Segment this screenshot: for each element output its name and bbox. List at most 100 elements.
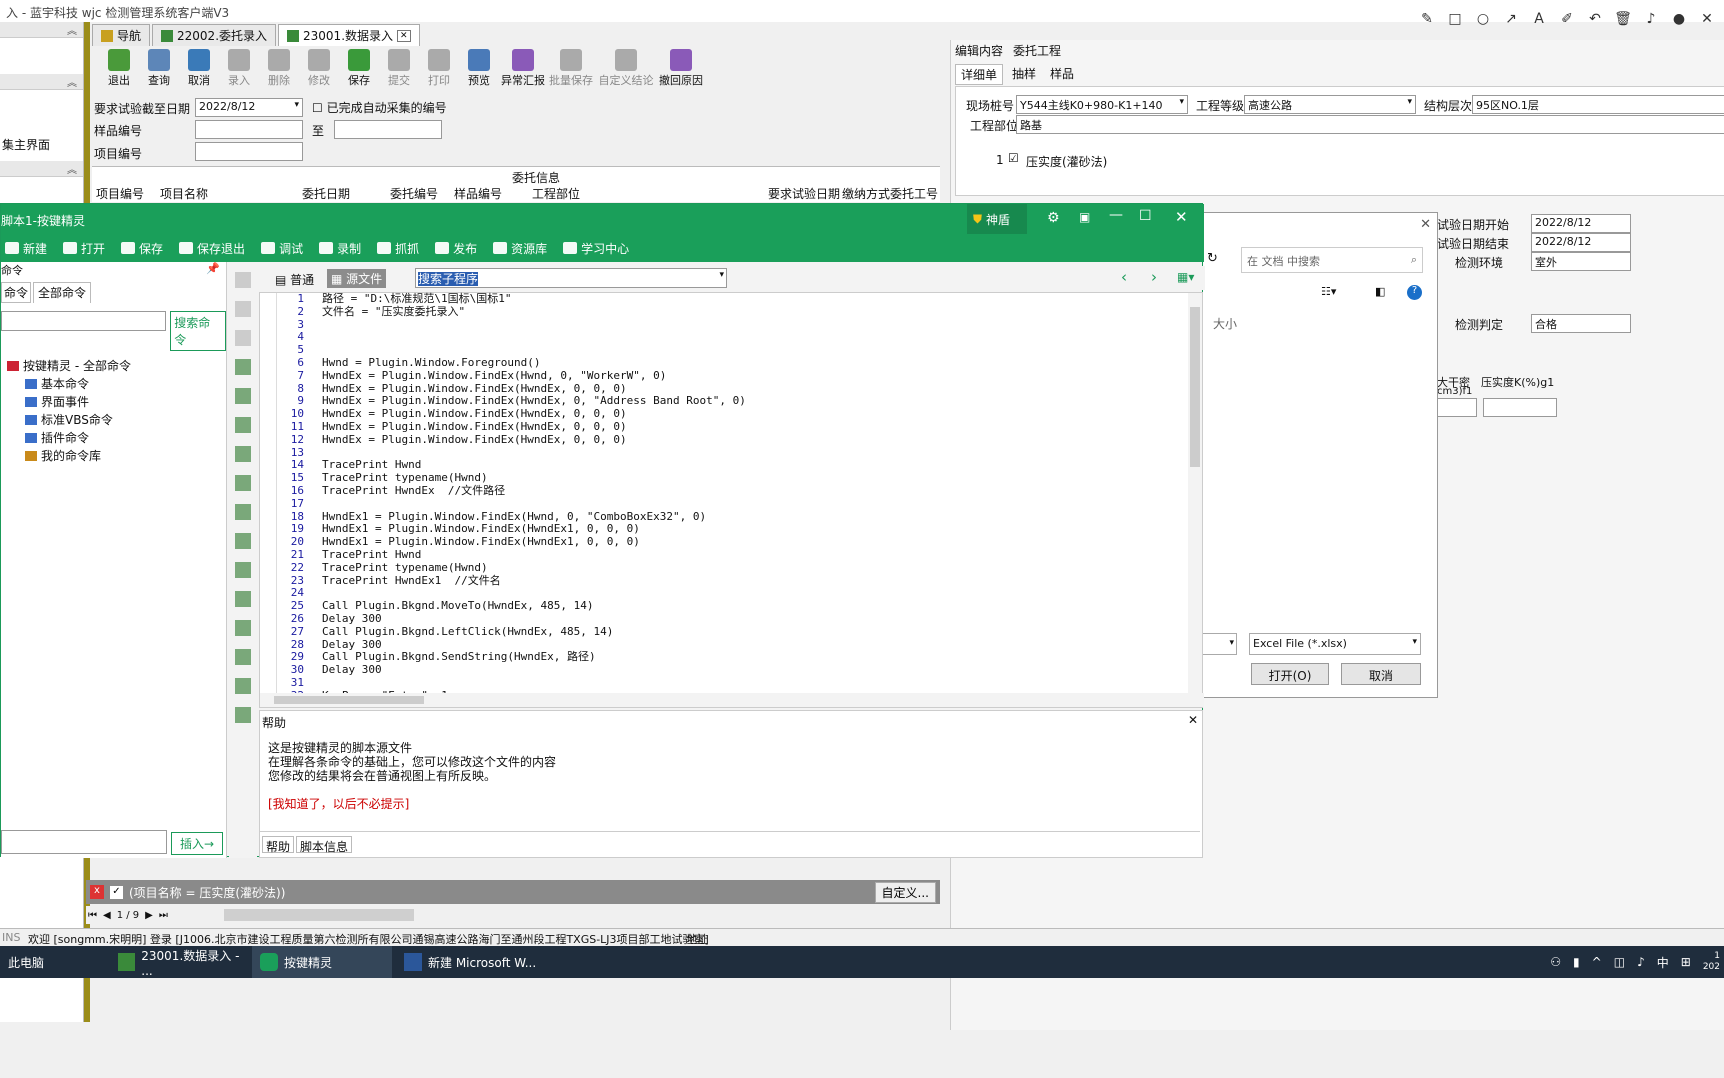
code-line[interactable]: TracePrint typename(Hwnd) xyxy=(322,561,746,575)
first-page-icon[interactable]: ⏮ xyxy=(88,910,97,921)
clock[interactable]: 1 202 xyxy=(1703,951,1720,973)
search-input[interactable]: 在 文档 中搜索 ⌕ xyxy=(1241,247,1423,273)
input-icon[interactable]: ⊞ xyxy=(1681,955,1691,969)
code-editor[interactable]: 1 2 3 4 5 6 7 8 9 10 11 12 13 14 15 16 17 18 19 20 21 22 23 24 2… xyxy=(259,292,1204,708)
dismiss-link[interactable]: [我知道了，以后不必提示] xyxy=(268,797,556,811)
prev-page-icon[interactable]: ◀ xyxy=(103,910,111,921)
skin-icon[interactable]: ▣ xyxy=(1079,210,1090,224)
tab-all-commands[interactable]: 全部命令 xyxy=(33,282,92,303)
pen-icon[interactable]: ✎ xyxy=(1418,10,1436,28)
trash-icon[interactable]: 🗑 xyxy=(1614,10,1632,28)
tab-normal[interactable]: ▤ 普通 xyxy=(271,270,318,289)
network-icon[interactable]: ◫ xyxy=(1614,955,1625,969)
tree-item[interactable]: 界面事件 xyxy=(1,393,226,411)
edit-button[interactable]: 修改 xyxy=(300,46,338,92)
tab-edit[interactable]: 编辑内容 xyxy=(955,42,1003,59)
h-scrollbar[interactable] xyxy=(260,693,1204,707)
refresh-icon[interactable]: ↻ xyxy=(1207,251,1218,266)
arrow-icon[interactable]: ↗ xyxy=(1502,10,1520,28)
sample-to-field[interactable] xyxy=(334,120,442,139)
speaker-icon[interactable]: ♪ xyxy=(1642,10,1660,28)
code-line[interactable]: Call Plugin.Bkgnd.MoveTo(HwndEx, 485, 14… xyxy=(322,599,746,613)
copy-icon[interactable] xyxy=(235,417,251,433)
column-header[interactable]: 委托工号 xyxy=(890,185,938,202)
collapse-icon[interactable]: ︽ xyxy=(0,161,83,177)
command-search-input[interactable] xyxy=(1,311,167,331)
dry-density-field[interactable] xyxy=(1437,398,1477,417)
code-line[interactable]: TracePrint Hwnd xyxy=(322,548,746,562)
cancel-button[interactable]: 取消 xyxy=(180,46,218,92)
batch-save-button[interactable]: 批量保存 xyxy=(548,46,594,92)
tab-help[interactable]: 帮助 xyxy=(262,836,295,854)
judge-field[interactable]: 合格 xyxy=(1531,314,1631,333)
custom-button[interactable]: 自定义... xyxy=(874,881,936,903)
menu-new[interactable]: 新建 xyxy=(5,240,47,257)
rect-icon[interactable]: □ xyxy=(1446,10,1464,28)
ime-indicator[interactable]: 中 xyxy=(1657,954,1669,971)
tree-item[interactable]: 插件命令 xyxy=(1,429,226,447)
code-line[interactable]: TracePrint HwndEx1 //文件名 xyxy=(322,574,746,588)
close-icon[interactable]: ✕ xyxy=(1188,713,1198,727)
taskbar-app-data-entry[interactable]: 23001.数据录入 - ... xyxy=(110,946,250,978)
tray-icon[interactable]: ▮ xyxy=(1573,955,1580,969)
add-button[interactable]: 录入 xyxy=(220,46,258,92)
comment-icon[interactable] xyxy=(235,475,251,491)
taskbar-pc[interactable]: 此电脑 xyxy=(0,946,108,978)
minimize-icon[interactable]: — xyxy=(1109,207,1123,223)
undo-icon[interactable]: ↶ xyxy=(1586,10,1604,28)
column-header[interactable]: 项目名称 xyxy=(160,185,208,202)
filetype-select[interactable]: Excel File (*.xlsx) ▾ xyxy=(1249,633,1421,655)
part-field[interactable]: 路基 xyxy=(1016,115,1724,134)
insert-button[interactable]: 插入→ xyxy=(171,832,224,855)
layer-field[interactable]: 95区NO.1层 xyxy=(1472,95,1724,114)
last-page-icon[interactable]: ⏭ xyxy=(159,910,168,921)
gear-icon[interactable]: ⚙ xyxy=(1047,210,1060,226)
paste-icon[interactable] xyxy=(235,446,251,462)
next-page-icon[interactable]: ▶ xyxy=(145,910,153,921)
main-view-item[interactable]: 集主界面 xyxy=(0,136,83,153)
query-button[interactable]: 查询 xyxy=(140,46,178,92)
tab-entrust[interactable]: 22002.委托录入 xyxy=(152,24,277,46)
station-field[interactable]: Y544主线K0+980-K1+140 ▾ xyxy=(1016,95,1188,114)
replace-icon[interactable] xyxy=(235,649,251,665)
pin-icon[interactable]: 📌 xyxy=(206,262,220,275)
tree-item[interactable]: 我的命令库 xyxy=(1,447,226,465)
code-line[interactable]: Call Plugin.Bkgnd.LeftClick(HwndEx, 485,… xyxy=(322,625,746,639)
watch-icon[interactable] xyxy=(235,707,251,723)
tab-detail[interactable]: 详细单 xyxy=(955,64,1004,85)
close-icon[interactable]: ✕ xyxy=(1175,208,1188,226)
shield-button[interactable]: ⛊ 神盾 xyxy=(967,204,1027,234)
layout-icon[interactable]: ▦▾ xyxy=(1177,270,1194,284)
outline-icon[interactable] xyxy=(235,678,251,694)
menu-capture[interactable]: 抓抓 xyxy=(377,240,419,257)
pane-icon[interactable]: ◧ xyxy=(1375,285,1385,298)
close-icon[interactable]: ✕ xyxy=(397,29,411,42)
code-line[interactable]: HwndEx = Plugin.Window.FindEx(HwndEx, 0,… xyxy=(322,433,746,447)
exit-button[interactable]: 退出 xyxy=(100,46,138,92)
tab-sampling[interactable]: 抽样 xyxy=(1007,64,1041,85)
delete-button[interactable]: 删除 xyxy=(260,46,298,92)
v-scrollbar[interactable] xyxy=(1188,293,1202,693)
column-header[interactable]: 项目编号 xyxy=(96,185,144,202)
move-down-icon[interactable] xyxy=(235,272,251,288)
move-up-icon[interactable] xyxy=(235,301,251,317)
submit-button[interactable]: 提交 xyxy=(380,46,418,92)
prev-icon[interactable]: ‹ xyxy=(1121,268,1127,286)
collapse-icon[interactable]: ︽ xyxy=(0,74,83,90)
code-line[interactable]: HwndEx = Plugin.Window.FindEx(HwndEx, 0,… xyxy=(322,420,746,434)
open-button[interactable]: 打开(O) xyxy=(1251,663,1329,685)
filename-dropdown[interactable]: ▾ xyxy=(1201,633,1237,655)
sample-from-field[interactable] xyxy=(195,120,303,139)
help-icon[interactable]: ? xyxy=(1407,285,1422,300)
subroutine-select[interactable]: 搜索子程序 ▾ xyxy=(415,268,727,288)
filter-checkbox[interactable]: ✓ xyxy=(110,885,123,899)
tab-commands[interactable]: 命令 xyxy=(1,282,32,303)
taskbar-app-anjian[interactable]: 按键精灵 xyxy=(252,946,392,978)
close-icon[interactable]: ✕ xyxy=(1698,10,1716,28)
volume-icon[interactable]: ♪ xyxy=(1637,955,1645,969)
column-header[interactable]: 样品编号 xyxy=(454,185,502,202)
code-line[interactable] xyxy=(322,319,746,332)
auto-checkbox[interactable]: ☐ 已完成自动采集的编号 xyxy=(312,99,447,116)
save-button[interactable]: 保存 xyxy=(340,46,378,92)
collapse-icon[interactable]: ︽ xyxy=(0,22,83,38)
